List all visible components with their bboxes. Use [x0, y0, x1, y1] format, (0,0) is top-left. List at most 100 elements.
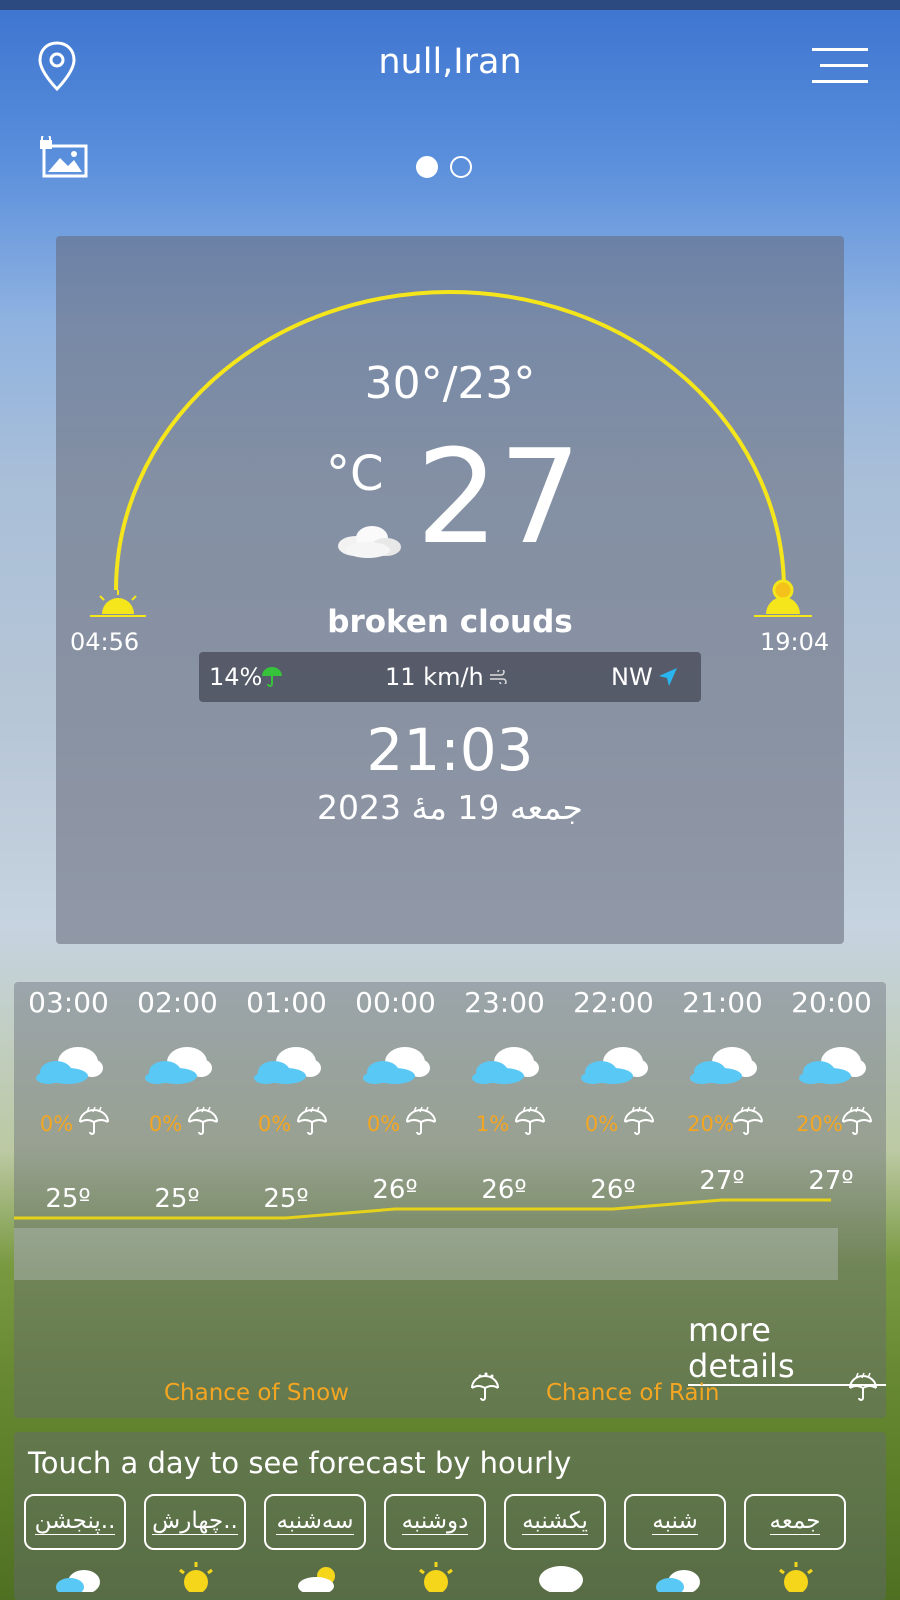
chance-of-snow-label: Chance of Snow: [164, 1380, 349, 1406]
hourly-forecast-panel[interactable]: 25º 03:00 0% 25º 02:00 0% 25º 01:00 0% 26º 00:00 0%…: [14, 982, 886, 1418]
sunset-time: 19:04: [760, 628, 830, 656]
rain-umbrella-icon: [79, 1106, 109, 1135]
hour-condition: [361, 1042, 431, 1090]
cloud-icon: [145, 1047, 212, 1084]
hour-precip: 0%: [123, 1106, 232, 1136]
hour-temperature: 26º: [372, 1175, 418, 1205]
day-label: پنجشن..: [34, 1508, 116, 1535]
hour-precip: 20%: [668, 1106, 777, 1136]
hour-temperature: 25º: [154, 1184, 200, 1214]
day-button[interactable]: شنبه: [624, 1494, 726, 1550]
wallpaper-button[interactable]: [40, 133, 90, 180]
locked-image-icon: [40, 133, 88, 178]
precip-chance: 0%: [148, 1112, 183, 1136]
hour-time: 22:00: [573, 986, 654, 1019]
day-button[interactable]: یکشنبه: [504, 1494, 606, 1550]
day-label: یکشنبه: [522, 1508, 588, 1535]
hour-condition: [579, 1042, 649, 1090]
precip-chance: 0%: [366, 1112, 401, 1136]
hour-precip: 0%: [14, 1106, 123, 1136]
hour-precip: 20%: [777, 1106, 886, 1136]
hour-time: 00:00: [355, 986, 436, 1019]
high-low-temp: 30°/23°: [364, 358, 536, 409]
snow-umbrella-icon: [471, 1372, 499, 1401]
temperature-graph: [14, 1198, 838, 1280]
precip-chance: 20%: [687, 1112, 734, 1136]
rain-umbrella-icon: [842, 1106, 872, 1135]
navigation-arrow-icon: [659, 668, 677, 686]
hour-precip: 0%: [559, 1106, 668, 1136]
cloud-icon: [36, 1047, 103, 1084]
day-button[interactable]: پنجشن..: [24, 1494, 126, 1550]
partly-sunny-icon: [294, 1560, 344, 1596]
page-dot-active[interactable]: [416, 156, 438, 178]
hamburger-menu-icon: [812, 48, 868, 51]
cloud-icon: [472, 1047, 539, 1084]
menu-button[interactable]: [812, 48, 868, 86]
rain-umbrella-icon: [849, 1372, 877, 1401]
day-button[interactable]: دوشنبه: [384, 1494, 486, 1550]
rain-umbrella-icon: [515, 1106, 545, 1135]
location-button[interactable]: [36, 40, 78, 92]
precip-chance: 1%: [475, 1112, 510, 1136]
rain-umbrella-icon: [733, 1106, 763, 1135]
hour-precip: 0%: [232, 1106, 341, 1136]
temperature-unit[interactable]: °C: [326, 446, 384, 502]
hour-temperature: 26º: [481, 1175, 527, 1205]
page-indicator: [416, 156, 476, 180]
current-temperature: 27: [416, 421, 582, 573]
sun-icon: [414, 1560, 458, 1596]
page-dot[interactable]: [450, 156, 472, 178]
hour-time: 02:00: [137, 986, 218, 1019]
rain-umbrella-icon: [297, 1106, 327, 1135]
hour-condition: [143, 1042, 213, 1090]
wind-speed: 11 km/h: [385, 663, 484, 691]
cloud-icon: [690, 1047, 757, 1084]
partly-cloudy-icon: [54, 1560, 104, 1596]
day-label: سه‌شنبه: [276, 1508, 354, 1535]
partly-cloudy-icon: [654, 1560, 704, 1596]
chance-of-rain-label: Chance of Rain: [546, 1380, 720, 1406]
sun-icon: [774, 1560, 818, 1596]
hour-condition: [252, 1042, 322, 1090]
hour-temperature: 27º: [699, 1166, 745, 1196]
daily-forecast-panel: Touch a day to see forecast by hourly پن…: [14, 1432, 886, 1600]
daily-hint-text: Touch a day to see forecast by hourly: [28, 1446, 572, 1480]
cloud-icon: [363, 1047, 430, 1084]
rain-umbrella-icon: [406, 1106, 436, 1135]
hour-precip: 0%: [341, 1106, 450, 1136]
day-button[interactable]: سه‌شنبه: [264, 1494, 366, 1550]
day-button[interactable]: چهارش..: [144, 1494, 246, 1550]
map-pin-icon: [38, 41, 76, 92]
hour-temperature: 27º: [808, 1166, 854, 1196]
day-label: دوشنبه: [401, 1508, 469, 1535]
precipitation-value: 14%: [209, 663, 263, 691]
precip-chance: 20%: [796, 1112, 843, 1136]
hour-condition: [34, 1042, 104, 1090]
rain-umbrella-icon: [624, 1106, 654, 1135]
cloud-icon: [799, 1047, 866, 1084]
sunrise-time: 04:56: [70, 628, 140, 656]
hour-precip: 1%: [450, 1106, 559, 1136]
weather-info-bar: 14% 11 km/h NW: [199, 652, 701, 702]
day-button[interactable]: جمعه: [744, 1494, 846, 1550]
umbrella-icon: [262, 667, 282, 687]
status-bar-strip: [0, 0, 900, 10]
cloud-icon: [534, 1560, 588, 1596]
graph-area: [14, 1228, 838, 1280]
day-label: شنبه: [652, 1508, 698, 1535]
precip-chance: 0%: [584, 1112, 619, 1136]
hour-condition: [797, 1042, 867, 1090]
hour-time: 03:00: [28, 986, 109, 1019]
day-label: جمعه: [769, 1508, 821, 1535]
current-time: 21:03: [366, 716, 534, 784]
weather-condition: broken clouds: [327, 604, 573, 640]
hour-time: 01:00: [246, 986, 327, 1019]
wind-direction: NW: [611, 663, 653, 691]
hour-time: 20:00: [791, 986, 872, 1019]
menu-line: [812, 80, 868, 83]
precip-chance: 0%: [39, 1112, 74, 1136]
hour-time: 23:00: [464, 986, 545, 1019]
hour-temperature: 26º: [590, 1175, 636, 1205]
day-label: چهارش..: [152, 1508, 238, 1535]
